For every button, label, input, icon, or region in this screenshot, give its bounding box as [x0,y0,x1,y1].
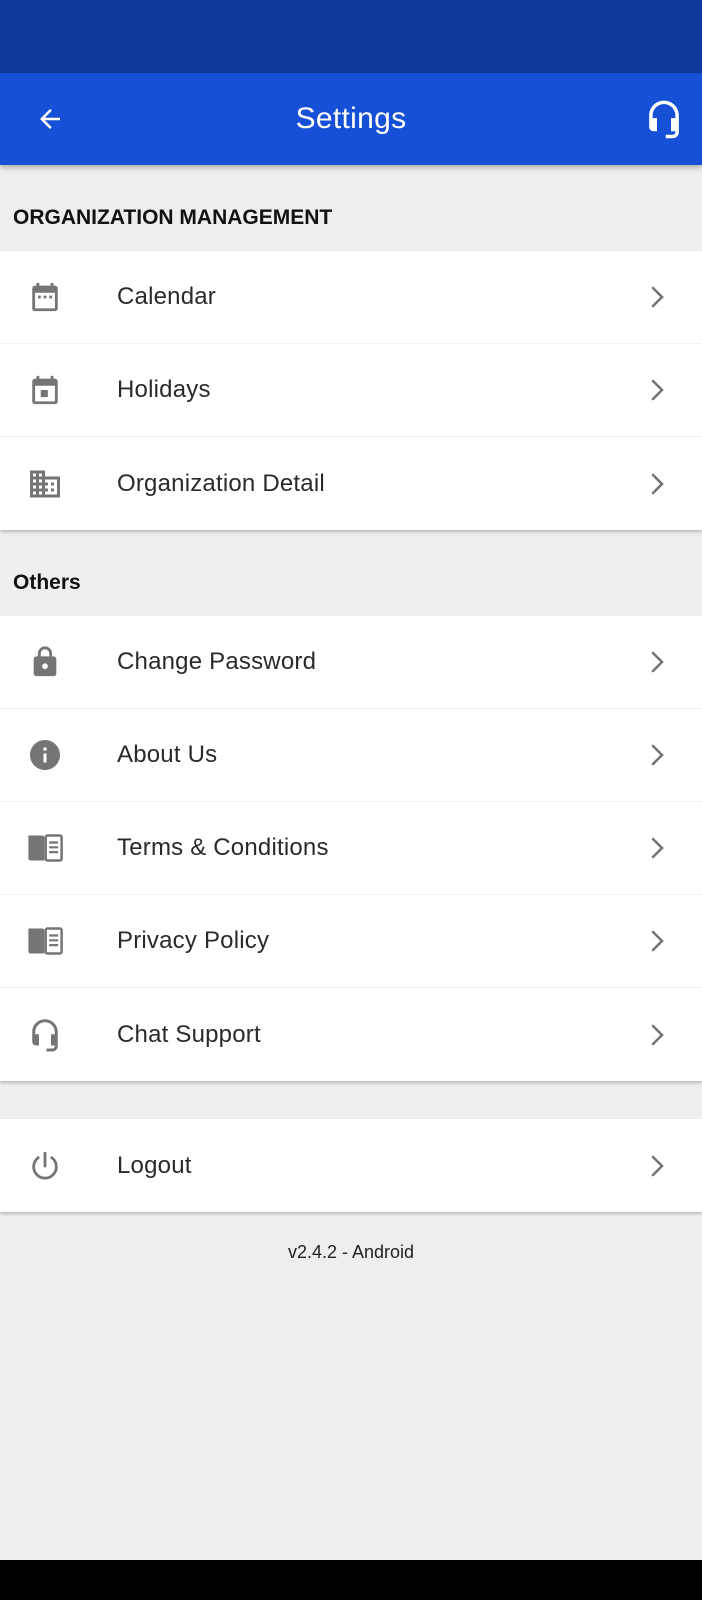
settings-item-label: Organization Detail [117,469,325,497]
settings-item-privacy-policy[interactable]: Privacy Policy [0,895,702,988]
chevron-right-icon [648,743,668,767]
section-header-organization: ORGANIZATION MANAGEMENT [13,206,333,229]
settings-item-label: Change Password [117,648,317,675]
chevron-right-icon [648,836,668,860]
info-icon [27,737,63,773]
headset-icon [649,100,679,139]
logout-label: Logout [117,1151,192,1179]
settings-item-calendar[interactable]: Calendar [0,251,702,344]
settings-item-holidays[interactable]: Holidays [0,344,702,437]
power-icon [27,1148,63,1184]
building-icon [27,466,63,502]
chevron-right-icon [648,929,668,953]
chevron-right-icon [648,650,668,674]
settings-item-label: Chat Support [117,1020,261,1048]
chevron-right-icon [648,1154,668,1178]
calendar-icon [27,279,63,315]
settings-item-organization-detail[interactable]: Organization Detail [0,437,702,530]
logout-button[interactable]: Logout [0,1119,702,1212]
settings-item-about-us[interactable]: About Us [0,709,702,802]
chevron-right-icon [648,378,668,402]
system-navigation-bar [0,1560,702,1600]
chevron-right-icon [648,285,668,309]
settings-item-label: Privacy Policy [117,927,270,954]
document-icon [27,830,63,866]
settings-item-label: Holidays [117,376,211,403]
settings-item-change-password[interactable]: Change Password [0,616,702,709]
back-button[interactable] [26,95,74,143]
chevron-right-icon [648,1023,668,1047]
settings-item-terms[interactable]: Terms & Conditions [0,802,702,895]
organization-card: Calendar Holidays Organization Detail [0,251,702,530]
settings-item-chat-support[interactable]: Chat Support [0,988,702,1081]
others-card: Change Password About Us Terms & Conditi… [0,616,702,1081]
page-title: Settings [295,102,407,135]
app-version: v2.4.2 - Android [287,1242,415,1262]
headset-icon [27,1017,63,1053]
support-button[interactable] [640,95,688,143]
chevron-right-icon [648,472,668,496]
calendar-event-icon [27,372,63,408]
lock-icon [27,644,63,680]
settings-item-label: About Us [117,741,218,768]
app-bar: Settings [0,73,702,165]
settings-item-label: Terms & Conditions [117,834,329,861]
document-icon [27,923,63,959]
arrow-left-icon [40,109,60,129]
section-header-others: Others [13,571,81,594]
status-bar [0,0,702,73]
settings-item-label: Calendar [117,283,216,310]
logout-card: Logout [0,1119,702,1212]
